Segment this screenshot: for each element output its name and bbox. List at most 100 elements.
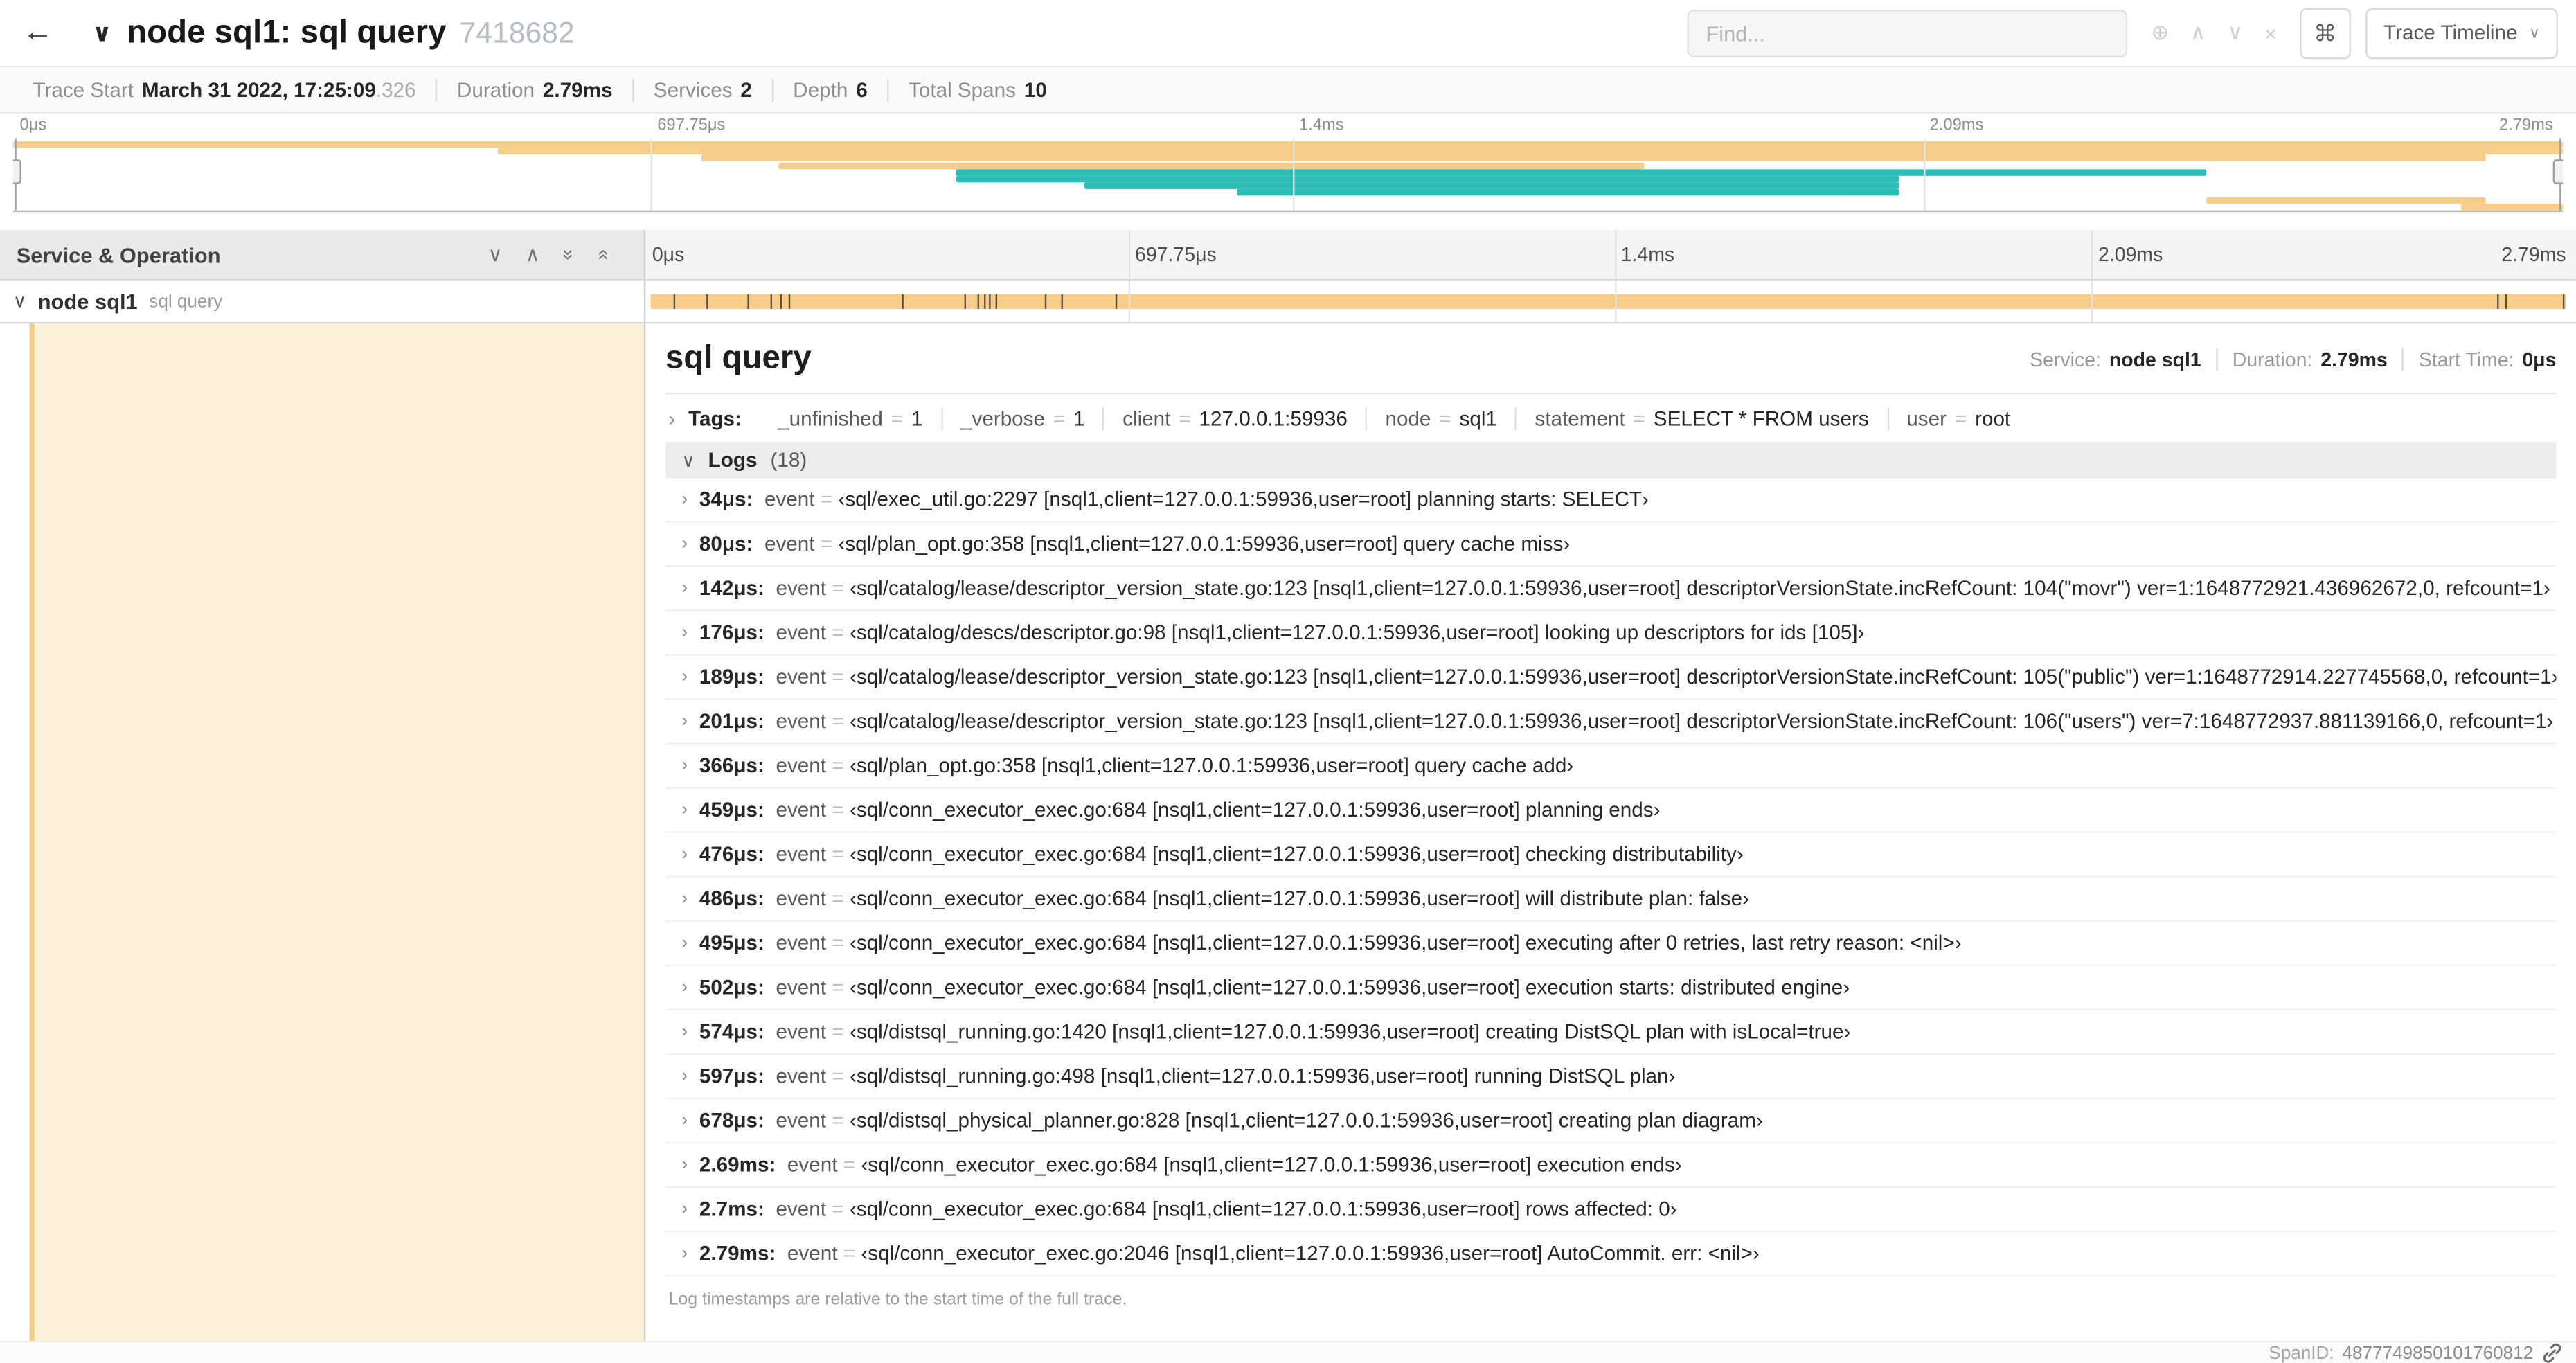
trace-view-dropdown[interactable]: Trace Timeline ∨ [2365,7,2558,59]
meta-value: 0μs [2522,347,2557,371]
log-entry[interactable]: › 366μs: event = ‹sql/plan_opt.go:358 [n… [665,745,2557,789]
log-entry[interactable]: › 189μs: event = ‹sql/catalog/lease/desc… [665,656,2556,700]
log-marker-tick [706,294,708,310]
minimap-left-scrubber[interactable] [12,138,21,211]
link-icon[interactable] [2541,1342,2563,1363]
log-value: ‹sql/conn_executor_exec.go:684 [nsql1,cl… [849,932,1962,955]
log-equals: = [843,1242,856,1265]
log-entry[interactable]: › 486μs: event = ‹sql/conn_executor_exec… [665,878,2557,922]
log-entry[interactable]: › 34μs: event = ‹sql/exec_util.go:2297 [… [665,478,2557,523]
log-timestamp: 176μs: [699,621,764,644]
log-entry[interactable]: › 2.79ms: event = ‹sql/conn_executor_exe… [665,1232,2557,1277]
detail-row: sql query Service: node sql1 Duration: 2… [0,321,2576,1341]
grid-line [650,138,653,211]
log-equals: = [832,754,844,778]
span-row-track[interactable] [645,280,2576,322]
log-timestamp: 574μs: [699,1020,764,1044]
ruler-tick-label: 0μs [652,243,685,267]
detail-footer: SpanID: 4877749850101760812 [0,1340,2576,1363]
log-entry[interactable]: › 574μs: event = ‹sql/distsql_running.go… [665,1010,2557,1055]
name-column-header: Service & Operation ∨ ∧ » » [0,230,646,281]
tag-item: client = 127.0.0.1:59936 [1102,407,1366,431]
chevron-right-icon: › [681,534,688,554]
tag-equals: = [891,407,904,431]
span-row-name-cell[interactable]: ∨ node sql1 sql query [0,280,646,322]
scrubber-handle[interactable] [12,159,21,184]
log-key: event [776,621,827,644]
collapse-all-icon[interactable]: » [557,249,580,260]
minimap-span-bar [956,168,2206,176]
log-value: ‹sql/conn_executor_exec.go:684 [nsql1,cl… [861,1153,1682,1177]
log-entry[interactable]: › 597μs: event = ‹sql/distsql_running.go… [665,1055,2557,1100]
log-entry[interactable]: › 502μs: event = ‹sql/conn_executor_exec… [665,966,2557,1011]
log-entry[interactable]: › 678μs: event = ‹sql/distsql_physical_p… [665,1099,2557,1144]
logs-title: Logs [708,448,758,472]
trace-collapse-toggle[interactable]: ∨ [92,18,112,47]
log-entry[interactable]: › 2.69ms: event = ‹sql/conn_executor_exe… [665,1143,2557,1188]
log-message: event = ‹sql/conn_executor_exec.go:684 [… [776,976,1850,999]
minimap-canvas[interactable] [12,138,2563,213]
grid-line [1614,280,1616,322]
ruler-tick-label: 2.79ms [2498,116,2553,135]
meta-item: Duration: 2.79ms [2216,347,2388,371]
log-equals: = [832,665,844,689]
log-entry[interactable]: › 2.7ms: event = ‹sql/conn_executor_exec… [665,1188,2557,1233]
span-id-label: SpanID: [2269,1343,2334,1363]
grid-line [1128,280,1130,322]
minimap-span-bar [2206,196,2487,204]
log-timestamp: 2.7ms: [699,1197,764,1221]
log-marker-tick [788,294,790,310]
span-row: ∨ node sql1 sql query [0,280,2576,322]
chevron-right-icon: › [668,407,676,431]
chevron-down-icon: ∨ [681,451,695,471]
meta-label: Duration: [2232,347,2313,371]
log-entry[interactable]: › 176μs: event = ‹sql/catalog/descs/desc… [665,612,2557,656]
log-entry[interactable]: › 476μs: event = ‹sql/conn_executor_exec… [665,833,2557,878]
prev-result-icon[interactable]: ∧ [2190,19,2206,46]
chevron-right-icon: › [681,1022,688,1042]
minimap-right-scrubber[interactable] [2552,138,2563,211]
back-button[interactable]: ← [0,0,75,66]
tag-value: SELECT * FROM users [1653,407,1869,431]
minimap-span-bar [2460,203,2563,211]
tag-key: _unfinished [778,407,883,431]
find-input[interactable] [1688,9,2129,57]
timeline-header-row: Service & Operation ∨ ∧ » » 0μs 697.75μs 1… [0,230,2576,281]
log-entry[interactable]: › 459μs: event = ‹sql/conn_executor_exec… [665,789,2557,833]
span-children-toggle[interactable]: ∨ [13,291,26,312]
tag-equals: = [1179,407,1191,431]
expand-all-icon[interactable]: » [591,249,614,260]
log-entry[interactable]: › 201μs: event = ‹sql/catalog/lease/desc… [665,700,2557,745]
tags-row[interactable]: › Tags: _unfinished = 1 _verbose = 1 cli… [665,407,2557,431]
log-key: event [776,754,827,778]
clear-find-icon[interactable]: × [2264,21,2277,46]
log-marker-tick [983,294,986,310]
detail-row-name-column [0,323,646,1341]
log-equals: = [832,576,844,600]
log-equals: = [832,1064,844,1088]
log-entry[interactable]: › 495μs: event = ‹sql/conn_executor_exec… [665,922,2557,966]
log-timestamp: 34μs: [699,488,753,511]
focus-match-icon[interactable]: ⊕ [2151,19,2169,46]
scrubber-handle[interactable] [2552,159,2563,184]
log-entry[interactable]: › 80μs: event = ‹sql/plan_opt.go:358 [ns… [665,522,2557,567]
chevron-right-icon: › [681,844,688,864]
log-equals: = [832,843,844,866]
next-result-icon[interactable]: ∨ [2227,19,2243,46]
span-bar[interactable] [650,294,2566,310]
keyboard-shortcuts-button[interactable]: ⌘ [2300,7,2351,59]
log-message: event = ‹sql/conn_executor_exec.go:684 [… [776,932,1961,954]
chevron-right-icon: › [681,1243,688,1264]
collapse-one-icon[interactable]: ∨ [488,243,503,266]
summary-value: 2 [740,78,752,101]
logs-header[interactable]: ∨ Logs (18) [665,442,2557,479]
page-title: node sql1: sql query [127,14,447,51]
log-marker-tick [2497,294,2499,310]
log-entry[interactable]: › 142μs: event = ‹sql/catalog/lease/desc… [665,567,2557,612]
expand-one-icon[interactable]: ∧ [526,243,540,266]
log-timestamp: 142μs: [699,576,764,600]
minimap-ruler: 0μs 697.75μs 1.4ms 2.09ms 2.79ms [13,114,2563,139]
tag-value: root [1975,407,2011,431]
grid-line [2091,230,2093,280]
tag-equals: = [1633,407,1645,431]
